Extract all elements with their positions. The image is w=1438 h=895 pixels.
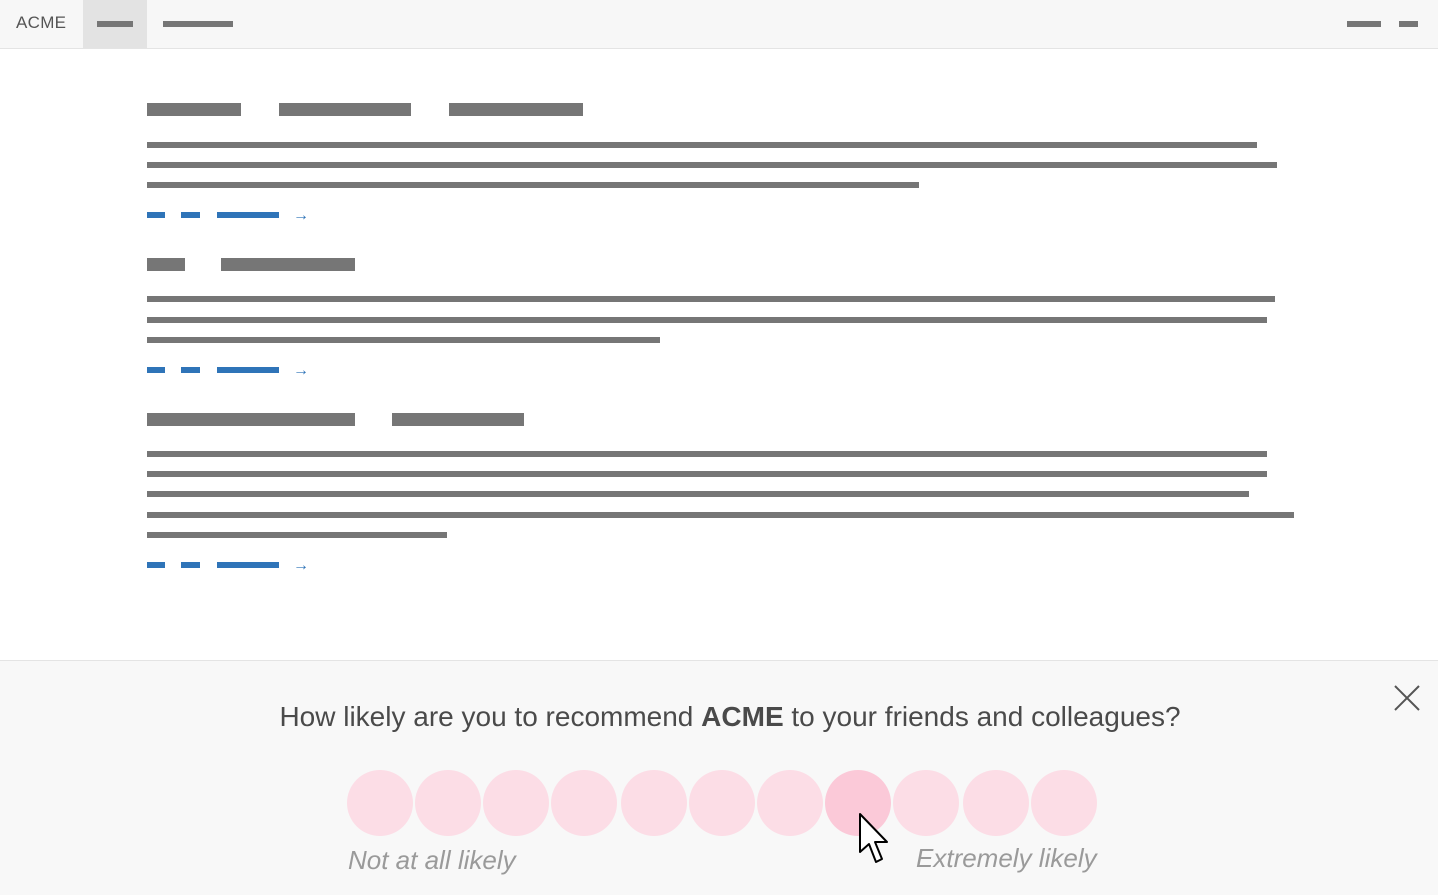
nps-score-button-5[interactable] (689, 770, 755, 836)
low-end-label: Not at all likely (348, 845, 516, 875)
nav-tab-1-label-placeholder (97, 21, 133, 27)
heading-word-placeholder (221, 258, 355, 271)
text-line-placeholder (147, 532, 447, 538)
nps-score-button-10[interactable] (1031, 770, 1097, 836)
link-word-placeholder (217, 212, 279, 218)
link-word-placeholder (147, 562, 165, 568)
nps-survey-panel: How likely are you to recommend ACME to … (0, 660, 1438, 895)
nps-score-button-9[interactable] (963, 770, 1029, 836)
article-list: → → → (0, 49, 1438, 659)
text-line-placeholder (147, 142, 1257, 148)
nav-tab-2-label-placeholder (163, 21, 233, 27)
close-button[interactable] (1390, 681, 1424, 715)
text-line-placeholder (147, 451, 1267, 457)
text-line-placeholder (147, 296, 1275, 302)
nav-tab-2[interactable] (150, 0, 246, 48)
high-end-label: Extremely likely (916, 843, 1097, 873)
nps-score-button-4[interactable] (621, 770, 687, 836)
question-brand: ACME (701, 701, 784, 732)
question-text-after: to your friends and colleagues? (783, 701, 1181, 732)
heading-word-placeholder (147, 103, 241, 116)
heading-word-placeholder (147, 258, 185, 271)
nps-score-button-1[interactable] (415, 770, 481, 836)
close-icon (1394, 685, 1420, 711)
link-word-placeholder (217, 562, 279, 568)
text-line-placeholder (147, 337, 660, 343)
question-text-before: How likely are you to recommend (279, 701, 702, 732)
nav-right-link-2-placeholder (1399, 21, 1418, 27)
nav-right-link-2[interactable] (1394, 0, 1424, 48)
top-navigation-bar: ACME (0, 0, 1438, 49)
nav-right-link-1[interactable] (1340, 0, 1388, 48)
arrow-right-icon: → (293, 207, 309, 224)
text-line-placeholder (147, 162, 1277, 168)
nps-score-button-2[interactable] (483, 770, 549, 836)
brand-logo[interactable]: ACME (16, 13, 66, 33)
text-line-placeholder (147, 512, 1294, 518)
nav-tab-1[interactable] (83, 0, 147, 48)
text-line-placeholder (147, 491, 1249, 497)
link-word-placeholder (217, 367, 279, 373)
heading-word-placeholder (279, 103, 411, 116)
heading-word-placeholder (392, 413, 524, 426)
link-word-placeholder (181, 212, 200, 218)
nps-score-button-8[interactable] (893, 770, 959, 836)
heading-word-placeholder (449, 103, 583, 116)
link-word-placeholder (181, 562, 200, 568)
nps-score-button-0[interactable] (347, 770, 413, 836)
text-line-placeholder (147, 182, 919, 188)
text-line-placeholder (147, 317, 1267, 323)
mouse-pointer-icon (859, 813, 888, 863)
survey-question: How likely are you to recommend ACME to … (0, 701, 1438, 733)
arrow-right-icon: → (293, 557, 309, 574)
text-line-placeholder (147, 471, 1267, 477)
nps-score-button-3[interactable] (551, 770, 617, 836)
link-word-placeholder (181, 367, 200, 373)
nps-score-button-6[interactable] (757, 770, 823, 836)
heading-word-placeholder (147, 413, 355, 426)
arrow-right-icon: → (293, 362, 309, 379)
link-word-placeholder (147, 367, 165, 373)
link-word-placeholder (147, 212, 165, 218)
nav-right-link-1-placeholder (1347, 21, 1381, 27)
